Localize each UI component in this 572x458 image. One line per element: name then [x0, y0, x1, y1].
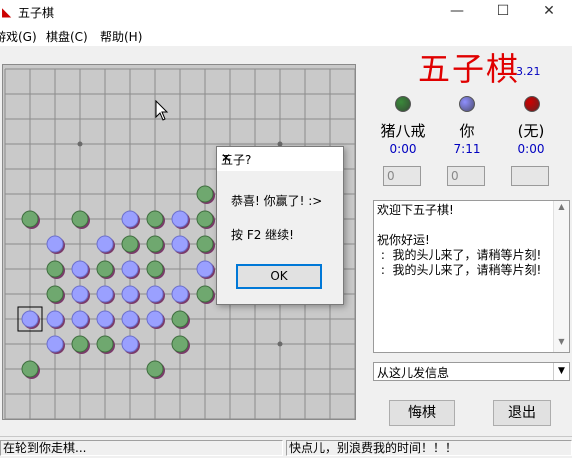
player1-name: 猪八戒: [380, 122, 426, 140]
player3-stone-icon: [524, 96, 540, 112]
blue-stone: [121, 260, 140, 279]
blue-stone: [171, 235, 190, 254]
green-stone: [146, 235, 165, 254]
title-bar: ◣ 五子棋 — ☐ ✕: [0, 0, 572, 24]
dialog-message: 恭喜! 你赢了! :>: [231, 194, 323, 208]
green-stone: [46, 260, 65, 279]
version-label: 3.21: [516, 65, 541, 78]
green-stone: [71, 335, 90, 354]
blue-stone: [71, 285, 90, 304]
green-stone: [196, 235, 215, 254]
message-input[interactable]: 从这儿发信息 ▼: [373, 362, 570, 381]
chat-text: 欢迎下五子棋! 祝你好运! : 我的头儿来了，请稍等片刻! : 我的头儿来了，请…: [377, 203, 542, 277]
blue-stone: [171, 210, 190, 229]
maximize-button[interactable]: ☐: [480, 0, 526, 24]
green-stone: [171, 310, 190, 329]
green-stone: [146, 260, 165, 279]
win-dialog: 五子? ✕ 恭喜! 你赢了! :> 按 F2 继续! OK: [216, 146, 344, 305]
status-turn: 在轮到你走棋...: [0, 440, 283, 456]
green-stone: [21, 210, 40, 229]
game-title: 五子棋: [418, 50, 521, 88]
blue-stone: [171, 285, 190, 304]
dialog-hint: 按 F2 继续!: [231, 228, 294, 242]
window-title: 五子棋: [18, 6, 55, 20]
green-stone: [196, 185, 215, 204]
close-icon[interactable]: ✕: [221, 151, 339, 165]
green-stone: [146, 360, 165, 379]
green-stone: [96, 335, 115, 354]
green-stone: [96, 260, 115, 279]
blue-stone: [121, 310, 140, 329]
blue-stone: [196, 260, 215, 279]
blue-stone: [46, 335, 65, 354]
player2-score-field: 0: [447, 166, 485, 186]
menu-board[interactable]: 棋盘(C): [46, 28, 88, 45]
chevron-down-icon[interactable]: ▼: [553, 363, 569, 380]
minimize-button[interactable]: —: [434, 0, 480, 24]
player1-score-field: 0: [383, 166, 421, 186]
blue-stone: [121, 210, 140, 229]
blue-stone: [146, 285, 165, 304]
green-stone: [121, 235, 140, 254]
blue-stone: [71, 260, 90, 279]
blue-stone: [21, 310, 40, 329]
green-stone: [46, 285, 65, 304]
green-stone: [196, 210, 215, 229]
star-point: [277, 341, 283, 347]
scroll-down-icon[interactable]: ▼: [554, 337, 569, 351]
ok-button[interactable]: OK: [236, 264, 322, 289]
blue-stone: [96, 285, 115, 304]
exit-button[interactable]: 退出: [493, 400, 551, 426]
blue-stone: [96, 310, 115, 329]
player2-name: 你: [459, 122, 475, 140]
chat-scrollbar[interactable]: ▲ ▼: [553, 201, 569, 352]
blue-stone: [71, 310, 90, 329]
player1-stone-icon: [395, 96, 411, 112]
green-stone: [146, 210, 165, 229]
menu-bar: 游戏(G) 棋盘(C) 帮助(H): [0, 24, 572, 46]
blue-stone: [96, 235, 115, 254]
green-stone: [71, 210, 90, 229]
green-stone: [171, 335, 190, 354]
status-bar: 在轮到你走棋... 快点儿，别浪费我的时间！！！: [0, 436, 572, 458]
player1-time: 0:00: [389, 142, 417, 156]
close-button[interactable]: ✕: [526, 0, 572, 24]
scroll-up-icon[interactable]: ▲: [554, 202, 569, 216]
mouse-cursor-icon: [155, 100, 169, 121]
star-point: [77, 141, 83, 147]
player3-time: 0:00: [517, 142, 545, 156]
blue-stone: [46, 235, 65, 254]
status-message: 快点儿，别浪费我的时间！！！: [286, 440, 572, 456]
app-icon: ◣: [2, 5, 12, 19]
green-stone: [196, 285, 215, 304]
menu-game[interactable]: 游戏(G): [0, 28, 37, 45]
blue-stone: [46, 310, 65, 329]
undo-button[interactable]: 悔棋: [389, 400, 455, 426]
blue-stone: [121, 335, 140, 354]
player2-time: 7:11: [453, 142, 481, 156]
menu-help[interactable]: 帮助(H): [100, 28, 142, 45]
chat-log[interactable]: 欢迎下五子棋! 祝你好运! : 我的头儿来了，请稍等片刻! : 我的头儿来了，请…: [373, 200, 570, 353]
blue-stone: [121, 285, 140, 304]
message-input-text: 从这儿发信息: [377, 366, 450, 380]
player3-name: (无): [517, 122, 545, 140]
player2-stone-icon: [459, 96, 475, 112]
dialog-titlebar: 五子? ✕: [217, 147, 343, 171]
green-stone: [21, 360, 40, 379]
player3-score-field: [511, 166, 549, 186]
blue-stone: [146, 310, 165, 329]
